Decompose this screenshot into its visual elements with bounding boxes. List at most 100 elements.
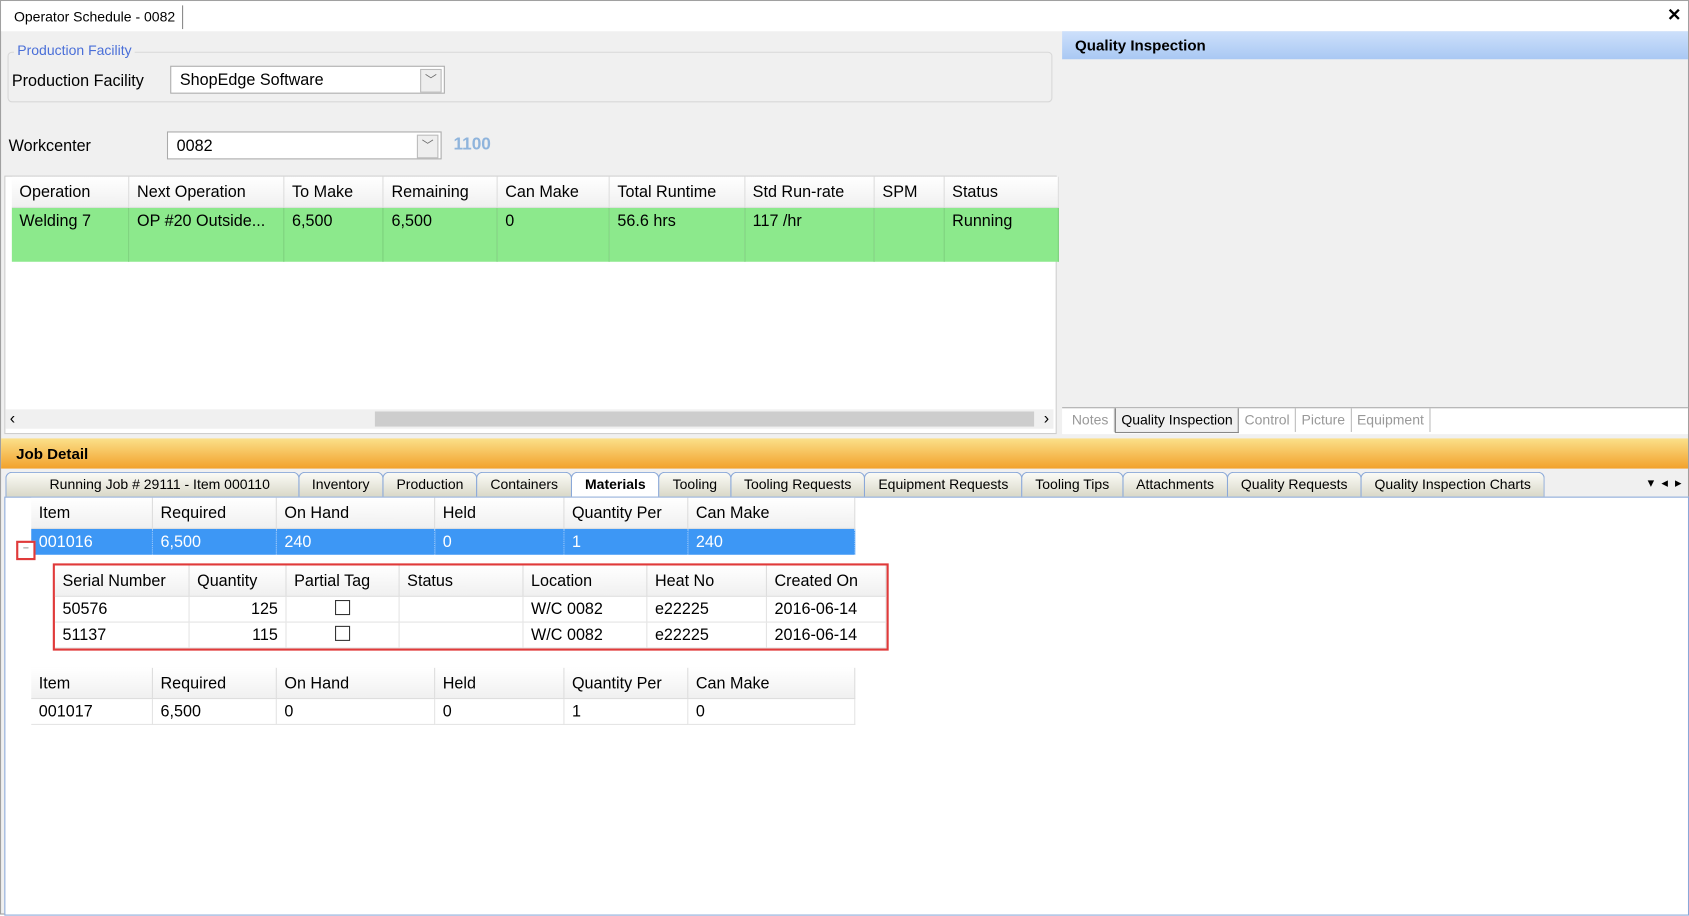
tag-row[interactable]: 51137 115 W/C 0082 e22225 2016-06-14 <box>54 622 887 649</box>
facility-group-label: Production Facility <box>14 42 135 59</box>
tab-production[interactable]: Production <box>382 471 478 497</box>
cell: 56.6 hrs <box>609 207 746 262</box>
cell: Welding 7 <box>11 207 130 262</box>
column-header[interactable]: Operation <box>11 176 130 208</box>
cell: W/C 0082 <box>522 596 648 623</box>
cell: OP #20 Outside... <box>128 207 285 262</box>
tab-running-job-29111-item-000110[interactable]: Running Job # 29111 - Item 000110 <box>5 471 299 497</box>
column-header[interactable]: Quantity Per <box>563 497 689 529</box>
scroll-left-icon[interactable]: ‹ <box>10 409 15 427</box>
operations-header: Operation Next Operation To Make Remaining C… <box>11 176 1059 208</box>
tab-equipment[interactable]: Equipment <box>1352 408 1431 432</box>
column-header[interactable]: Quantity Per <box>563 667 689 700</box>
tab-materials[interactable]: Materials <box>570 471 660 497</box>
title-bar <box>1 1 1688 32</box>
job-detail-header: Job Detail <box>1 438 1688 469</box>
tab-attachments[interactable]: Attachments <box>1122 471 1228 497</box>
tab-inventory[interactable]: Inventory <box>297 471 384 497</box>
tab-quality-requests[interactable]: Quality Requests <box>1226 471 1362 497</box>
collapse-icon[interactable]: − <box>16 540 36 561</box>
tab-quality-inspection-charts[interactable]: Quality Inspection Charts <box>1360 471 1545 497</box>
tab-quality-inspection[interactable]: Quality Inspection <box>1114 408 1240 434</box>
partial-tag-checkbox[interactable] <box>335 625 351 641</box>
document-tab[interactable]: Operator Schedule - 0082 <box>7 5 183 30</box>
tag-row[interactable]: 50576 125 W/C 0082 e22225 2016-06-14 <box>54 596 887 623</box>
column-header[interactable]: Quantity <box>189 565 287 597</box>
column-header[interactable]: Item <box>31 497 153 529</box>
tab-notes[interactable]: Notes <box>1066 408 1115 432</box>
tab-nav-icons[interactable]: ▾ ◂ ▸ <box>1648 475 1682 490</box>
column-header[interactable]: Created On <box>766 565 887 597</box>
workcenter-select[interactable]: 0082 ﹀ <box>166 131 442 160</box>
scroll-thumb[interactable] <box>374 411 1035 427</box>
column-header[interactable]: On Hand <box>276 667 436 700</box>
cell: 0 <box>687 698 856 725</box>
tab-tooling[interactable]: Tooling <box>658 471 732 497</box>
cell: 6,500 <box>283 207 384 262</box>
cell: 001017 <box>31 698 153 725</box>
cell: 51137 <box>54 622 190 649</box>
tab-tooling-tips[interactable]: Tooling Tips <box>1021 471 1124 497</box>
chevron-down-icon[interactable]: ﹀ <box>420 68 442 93</box>
tab-control[interactable]: Control <box>1239 408 1297 432</box>
operation-row[interactable]: Welding 7 OP #20 Outside... 6,500 6,500 0 56.… <box>11 207 1059 262</box>
scroll-right-icon[interactable]: › <box>1044 409 1049 427</box>
close-icon[interactable]: ✕ <box>1667 4 1681 26</box>
job-detail-tabs: Running Job # 29111 - Item 000110 Invento… <box>5 471 1688 498</box>
facility-group <box>7 51 1053 103</box>
cell: 0 <box>434 528 565 555</box>
column-header[interactable]: Std Run-rate <box>744 176 875 208</box>
column-header[interactable]: Status <box>399 565 524 597</box>
column-header[interactable]: Held <box>434 667 565 700</box>
horizontal-scrollbar[interactable]: ‹ › <box>5 409 1054 429</box>
column-header[interactable]: SPM <box>874 176 945 208</box>
column-header[interactable]: Total Runtime <box>609 176 746 208</box>
operations-grid: Operation Next Operation To Make Remaining C… <box>4 175 1059 435</box>
column-header[interactable]: Heat No <box>646 565 767 597</box>
cell: 2016-06-14 <box>766 596 887 623</box>
cell: 6,500 <box>383 207 498 262</box>
materials-table: Item Required On Hand Held Quantity Per Can M… <box>31 667 856 725</box>
cell: 125 <box>189 596 287 623</box>
material-row[interactable]: 001016 6,500 240 0 1 240 <box>31 528 856 555</box>
tags-table: Serial Number Quantity Partial Tag Status Lo… <box>54 565 887 649</box>
cell: 117 /hr <box>744 207 875 262</box>
column-header[interactable]: Can Make <box>687 497 856 529</box>
workcenter-code: 1100 <box>453 135 491 155</box>
column-header[interactable]: Serial Number <box>54 565 190 597</box>
operator-schedule-window: Operator Schedule - 0082 ✕ Production Fa… <box>0 0 1689 916</box>
cell <box>399 596 524 623</box>
column-header[interactable]: Status <box>944 176 1059 208</box>
column-header[interactable]: On Hand <box>276 497 436 529</box>
cell: 1 <box>563 528 689 555</box>
column-header[interactable]: Can Make <box>497 176 610 208</box>
chevron-down-icon[interactable]: ﹀ <box>416 134 439 159</box>
tab-picture[interactable]: Picture <box>1296 408 1352 432</box>
column-header[interactable]: Held <box>434 497 565 529</box>
tab-containers[interactable]: Containers <box>476 471 573 497</box>
column-header[interactable]: Remaining <box>383 176 498 208</box>
column-header[interactable]: Partial Tag <box>285 565 400 597</box>
cell: 1 <box>563 698 689 725</box>
cell <box>285 596 400 623</box>
tab-equipment-requests[interactable]: Equipment Requests <box>864 471 1023 497</box>
workcenter-value: 0082 <box>176 136 213 156</box>
cell: 0 <box>497 207 610 262</box>
materials-table: Item Required On Hand Held Quantity Per Can M… <box>31 497 856 555</box>
facility-value: ShopEdge Software <box>179 71 324 90</box>
column-header[interactable]: Can Make <box>687 667 856 700</box>
tab-tooling-requests[interactable]: Tooling Requests <box>729 471 866 497</box>
facility-select[interactable]: ShopEdge Software ﹀ <box>170 65 445 94</box>
material-row[interactable]: 001017 6,500 0 0 1 0 <box>31 698 856 725</box>
cell: 6,500 <box>152 528 277 555</box>
partial-tag-checkbox[interactable] <box>335 599 351 615</box>
column-header[interactable]: Required <box>152 667 277 700</box>
column-header[interactable]: Item <box>31 667 153 700</box>
cell: 240 <box>687 528 856 555</box>
column-header[interactable]: Next Operation <box>128 176 285 208</box>
column-header[interactable]: Location <box>522 565 648 597</box>
cell: 115 <box>189 622 287 649</box>
column-header[interactable]: To Make <box>283 176 384 208</box>
quality-tabs: Notes Quality Inspection Control Picture Equ… <box>1062 407 1688 435</box>
column-header[interactable]: Required <box>152 497 277 529</box>
